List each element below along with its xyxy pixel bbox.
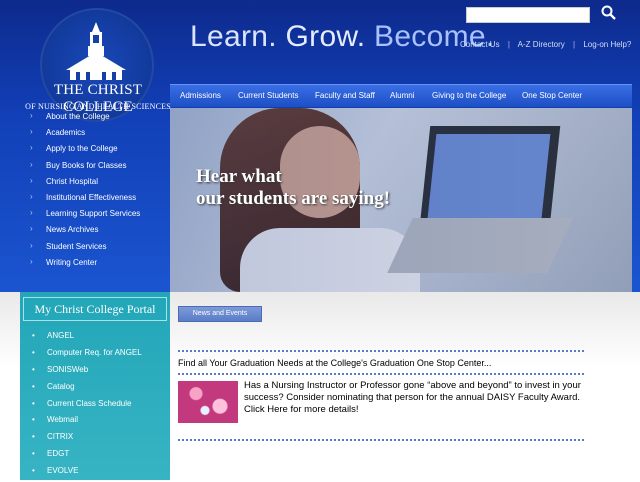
utility-links: Contact Us | A-Z Directory | Log-on Help… [460, 40, 631, 49]
bullet-icon: • [32, 415, 35, 425]
divider: | [507, 40, 510, 49]
nav-giving[interactable]: Giving to the College [432, 91, 506, 100]
hero-banner[interactable]: Hear what our students are saying! [170, 108, 632, 292]
divider: | [573, 40, 576, 49]
tagline-learn: Learn. [190, 20, 277, 53]
contact-us-link[interactable]: Contact Us [460, 40, 500, 49]
nav-faculty-and-staff[interactable]: Faculty and Staff [315, 91, 375, 100]
news-and-events-tab[interactable]: News and Events [178, 306, 262, 322]
graduation-link[interactable]: Find all Your Graduation Needs at the Co… [178, 358, 491, 368]
leftnav-writing-center[interactable]: › Writing Center [20, 256, 170, 272]
chevron-right-icon: › [30, 191, 33, 201]
chevron-right-icon: › [30, 240, 33, 250]
portal-title: My Christ College Portal [23, 297, 167, 321]
portal-panel: My Christ College Portal • ANGEL • Compute… [20, 292, 170, 480]
bullet-icon: • [32, 398, 35, 408]
chevron-right-icon: › [30, 127, 33, 137]
leftnav-news-archives[interactable]: › News Archives [20, 223, 170, 239]
search-icon[interactable] [600, 4, 618, 22]
leftnav-learning-support[interactable]: › Learning Support Services [20, 207, 170, 223]
nav-current-students[interactable]: Current Students [238, 91, 298, 100]
daisy-flower-image[interactable] [178, 381, 238, 423]
divider [178, 373, 584, 375]
leftnav-academics[interactable]: › Academics [20, 126, 170, 142]
log-on-help-link[interactable]: Log-on Help? [583, 40, 631, 49]
divider [178, 350, 584, 352]
chevron-right-icon: › [30, 143, 33, 153]
leftnav-apply[interactable]: › Apply to the College [20, 142, 170, 158]
top-navigation: Admissions Current Students Faculty and … [170, 84, 632, 107]
bullet-icon: • [32, 449, 35, 459]
bullet-icon: • [32, 331, 35, 340]
leftnav-buy-books[interactable]: › Buy Books for Classes [20, 159, 170, 175]
divider [178, 439, 584, 441]
tagline: Learn. Grow. Become. [190, 20, 495, 54]
leftnav-about[interactable]: › About the College [20, 110, 170, 126]
chevron-right-icon: › [30, 208, 33, 218]
chevron-right-icon: › [30, 111, 33, 120]
daisy-award-text[interactable]: Has a Nursing Instructor or Professor go… [244, 380, 584, 416]
leftnav-institutional-effectiveness[interactable]: › Institutional Effectiveness [20, 191, 170, 207]
bullet-icon: • [32, 432, 35, 442]
bullet-icon: • [32, 347, 35, 357]
bullet-icon: • [32, 381, 35, 391]
hero-caption-line1: Hear what [196, 166, 282, 187]
bullet-icon: • [32, 364, 35, 374]
leftnav-student-services[interactable]: › Student Services [20, 240, 170, 256]
leftnav-christ-hospital[interactable]: › Christ Hospital [20, 175, 170, 191]
nav-admissions[interactable]: Admissions [180, 91, 221, 100]
college-logo[interactable]: THE CHRIST COLLEGE OF NURSING AND HEALTH… [18, 8, 171, 122]
chevron-right-icon: › [30, 175, 33, 185]
header-banner: THE CHRIST COLLEGE OF NURSING AND HEALTH… [0, 0, 640, 292]
hero-caption-line2: our students are saying! [196, 188, 391, 209]
nav-one-stop-center[interactable]: One Stop Center [522, 91, 582, 100]
bullet-icon: • [32, 466, 35, 476]
chevron-right-icon: › [30, 159, 33, 169]
tagline-grow: Grow. [285, 20, 366, 53]
nav-alumni[interactable]: Alumni [390, 91, 414, 100]
chevron-right-icon: › [30, 224, 33, 234]
hero-caption: Hear what our students are saying! [196, 166, 390, 210]
a-z-directory-link[interactable]: A-Z Directory [518, 40, 565, 49]
search-input[interactable] [466, 7, 590, 23]
left-navigation: › About the College › Academics › Apply to … [20, 110, 170, 272]
chapel-icon [66, 22, 126, 80]
chevron-right-icon: › [30, 256, 33, 266]
